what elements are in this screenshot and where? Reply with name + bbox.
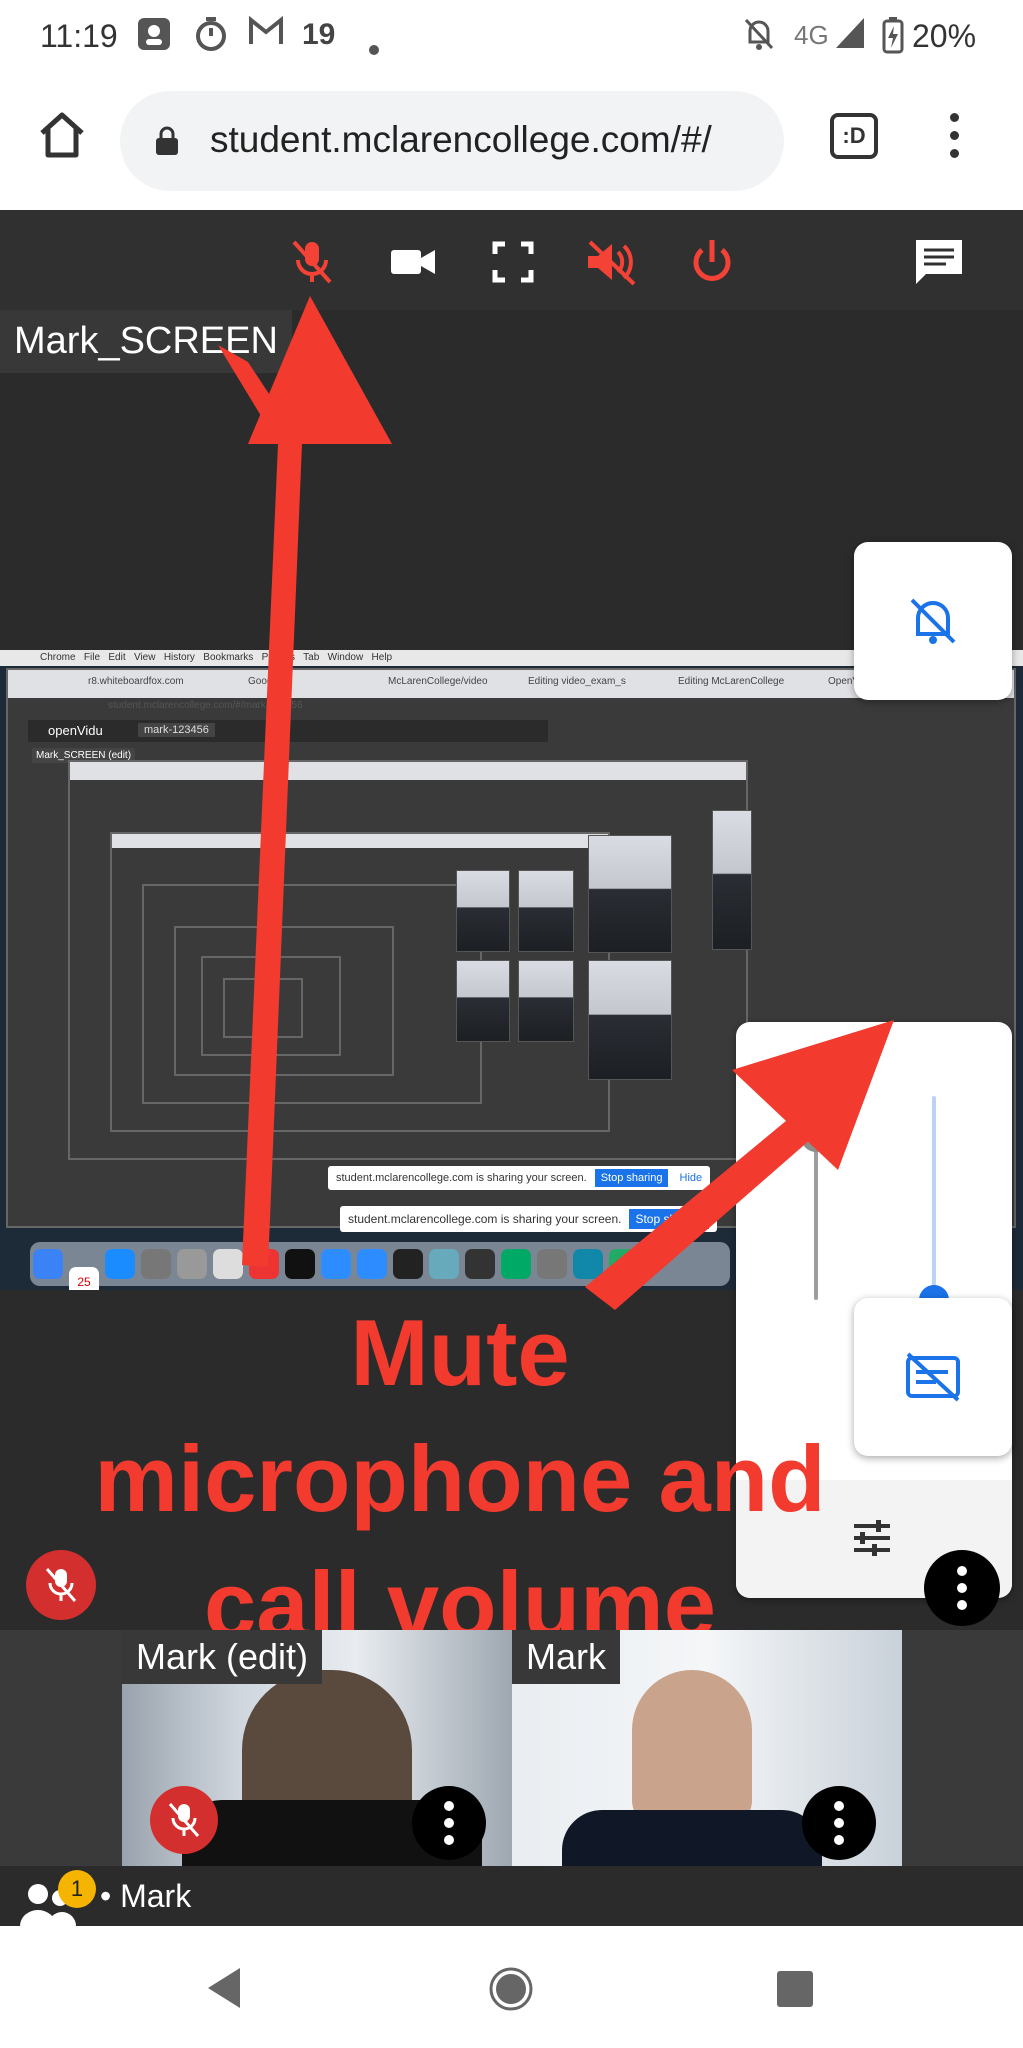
recents-icon[interactable] [776, 1970, 814, 2013]
participant-name-tag: Mark (edit) [122, 1630, 323, 1684]
people-count-badge: 1 [58, 1870, 96, 1908]
main-options-button[interactable] [924, 1550, 1000, 1626]
mic-off-icon [168, 1803, 200, 1837]
people-bar: 1 • Mark [0, 1866, 1023, 1926]
participant-name-tag: Mark [512, 1630, 620, 1684]
participants-strip: Mark (edit) Mark [0, 1630, 1023, 1866]
home-nav-icon[interactable] [488, 1966, 534, 2017]
back-icon[interactable] [204, 1966, 244, 2015]
people-label: • Mark [100, 1878, 192, 1914]
annotation-text: Mute microphone and call volume [94, 1300, 826, 1657]
participant-video: Mark (edit) [122, 1630, 512, 1866]
participant-video: Mark [512, 1630, 902, 1866]
android-nav-bar [0, 1926, 1023, 2048]
participant-options-button[interactable] [802, 1786, 876, 1860]
participant-mic-muted-button[interactable] [150, 1786, 218, 1854]
participant-options-button[interactable] [412, 1786, 486, 1860]
